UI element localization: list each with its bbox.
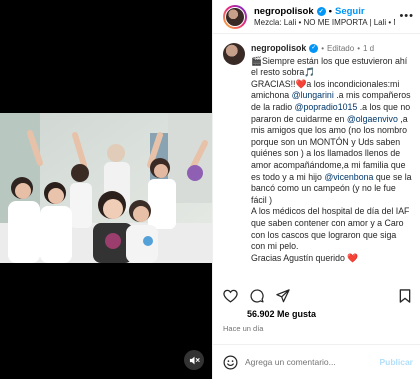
caption-text-segment: A los médicos del hospital de día del IA… bbox=[251, 206, 410, 252]
likes-count[interactable]: 56.902 Me gusta bbox=[247, 309, 316, 319]
post-media[interactable] bbox=[0, 0, 212, 379]
header-separator: • bbox=[328, 6, 332, 17]
edited-label: Editado bbox=[327, 44, 355, 53]
post-actions bbox=[213, 286, 420, 306]
post-photo bbox=[0, 113, 212, 263]
post-time-ago: Hace un día bbox=[223, 324, 264, 333]
verified-badge-icon: ✓ bbox=[316, 7, 326, 16]
header-text: negropolisok ✓ • Seguir Mezcla: Lali • N… bbox=[254, 6, 395, 27]
audio-track-link[interactable]: Mezcla: Lali • NO ME IMPORTA | Lali • NE… bbox=[254, 18, 395, 27]
instagram-post-modal: negropolisok ✓ • Seguir Mezcla: Lali • N… bbox=[0, 0, 420, 379]
caption-mention-link[interactable]: @lungarini bbox=[292, 90, 334, 100]
follow-button[interactable]: Seguir bbox=[335, 6, 365, 17]
caption-time: 1 d bbox=[363, 44, 375, 53]
publish-button[interactable]: Publicar bbox=[379, 357, 413, 367]
post-side-panel: negropolisok ✓ • Seguir Mezcla: Lali • N… bbox=[212, 0, 420, 379]
like-heart-icon[interactable] bbox=[223, 289, 238, 303]
share-send-icon[interactable] bbox=[276, 289, 290, 303]
author-avatar[interactable] bbox=[223, 4, 247, 29]
caption-mention-link[interactable]: @vicenbona bbox=[324, 172, 373, 182]
caption-mention-link[interactable]: @olgaenvivo bbox=[347, 114, 398, 124]
caption-author-avatar[interactable] bbox=[223, 43, 245, 65]
more-options-icon[interactable]: ••• bbox=[399, 11, 414, 22]
save-bookmark-icon[interactable] bbox=[399, 289, 411, 303]
caption-separator: • bbox=[357, 44, 360, 53]
caption-mention-link[interactable]: @popradio1015 bbox=[295, 102, 358, 112]
emoji-picker-icon[interactable] bbox=[223, 355, 238, 370]
caption-separator: • bbox=[321, 44, 325, 53]
mute-audio-button[interactable] bbox=[184, 350, 204, 370]
post-header: negropolisok ✓ • Seguir Mezcla: Lali • N… bbox=[213, 0, 420, 34]
caption-text: 🎬Siempre están los que estuvieron ahí el… bbox=[251, 56, 412, 265]
group-photo-image bbox=[0, 113, 212, 263]
caption-text-segment: Gracias Agustín querido ❤️ bbox=[251, 252, 359, 263]
author-username[interactable]: negropolisok bbox=[254, 6, 314, 17]
comment-bubble-icon[interactable] bbox=[250, 289, 264, 303]
speaker-muted-icon bbox=[189, 356, 200, 364]
caption-username[interactable]: negropolisok bbox=[251, 43, 306, 55]
verified-badge-icon: ✓ bbox=[309, 44, 319, 54]
comment-input[interactable] bbox=[245, 357, 373, 367]
post-caption: negropolisok ✓ • Editado • 1 d 🎬Siempre … bbox=[213, 34, 420, 274]
comment-bar: Publicar bbox=[213, 344, 420, 379]
caption-text-segment: 🎬Siempre están los que estuvieron ahí el… bbox=[251, 55, 408, 78]
